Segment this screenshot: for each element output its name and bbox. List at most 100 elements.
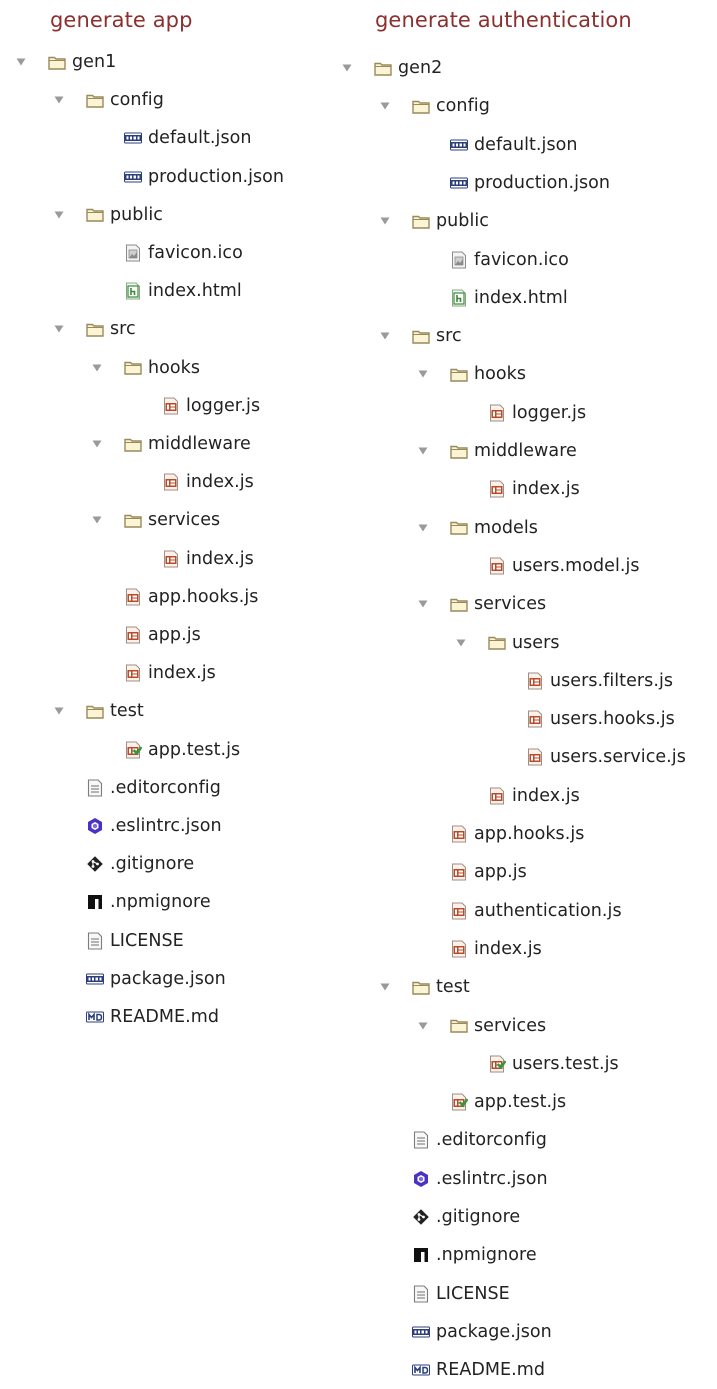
- tree-folder[interactable]: gen2: [342, 49, 442, 87]
- tree-folder[interactable]: test: [380, 968, 470, 1006]
- tree-file[interactable]: .gitignore: [380, 1198, 520, 1236]
- tree-folder[interactable]: services: [418, 1007, 546, 1045]
- tree-file[interactable]: production.json: [92, 158, 284, 196]
- tree-item-label: src: [436, 326, 462, 347]
- tree-file[interactable]: app.test.js: [92, 731, 240, 769]
- tree-file[interactable]: index.js: [130, 463, 254, 501]
- expand-toggle-icon[interactable]: [380, 331, 390, 341]
- tree-file[interactable]: .npmignore: [380, 1236, 537, 1274]
- expand-toggle-icon[interactable]: [342, 63, 352, 73]
- expand-toggle-icon[interactable]: [418, 599, 428, 609]
- folder-icon: [124, 359, 142, 377]
- tree-file[interactable]: app.hooks.js: [92, 578, 258, 616]
- tree-file[interactable]: favicon.ico: [418, 241, 569, 279]
- tree-file[interactable]: index.js: [130, 540, 254, 578]
- tree-folder[interactable]: models: [418, 509, 538, 547]
- expand-toggle-icon[interactable]: [418, 446, 428, 456]
- folder-icon: [450, 519, 468, 537]
- tree-folder[interactable]: config: [380, 87, 490, 125]
- tree-file[interactable]: users.model.js: [456, 547, 640, 585]
- text-file-icon: [412, 1285, 430, 1303]
- tree-folder[interactable]: config: [54, 81, 164, 119]
- tree-item-label: authentication.js: [474, 900, 622, 921]
- tree-item-label: hooks: [148, 357, 201, 378]
- tree-file[interactable]: index.html: [92, 272, 242, 310]
- tree-folder[interactable]: public: [380, 202, 489, 240]
- tree-folder[interactable]: src: [380, 317, 462, 355]
- tree-file[interactable]: README.md: [54, 998, 219, 1036]
- tree-file[interactable]: app.hooks.js: [418, 815, 584, 853]
- tree-file[interactable]: LICENSE: [380, 1275, 510, 1313]
- expand-toggle-icon[interactable]: [92, 363, 102, 373]
- tree-file[interactable]: package.json: [54, 960, 226, 998]
- expand-toggle-icon[interactable]: [92, 439, 102, 449]
- expand-toggle-icon[interactable]: [92, 515, 102, 525]
- expand-toggle-icon[interactable]: [456, 638, 466, 648]
- tree-file[interactable]: index.js: [418, 930, 542, 968]
- tree-file[interactable]: app.js: [92, 616, 201, 654]
- expand-toggle-icon[interactable]: [54, 95, 64, 105]
- tree-folder[interactable]: hooks: [92, 349, 200, 387]
- expand-toggle-icon[interactable]: [380, 101, 390, 111]
- tree-file[interactable]: app.js: [418, 853, 527, 891]
- tree-folder[interactable]: middleware: [92, 425, 251, 463]
- tree-item-label: index.js: [474, 938, 542, 959]
- tree-folder[interactable]: users: [456, 624, 560, 662]
- expand-toggle-icon[interactable]: [380, 216, 390, 226]
- expand-toggle-icon[interactable]: [418, 523, 428, 533]
- tree-item-label: gen2: [398, 58, 443, 78]
- tree-file[interactable]: users.hooks.js: [494, 700, 675, 738]
- tree-file[interactable]: .editorconfig: [380, 1121, 547, 1159]
- expand-toggle-icon[interactable]: [54, 706, 64, 716]
- tree-file[interactable]: users.filters.js: [494, 662, 673, 700]
- tree-file[interactable]: .eslintrc.json: [380, 1160, 548, 1198]
- tree-file[interactable]: logger.js: [130, 387, 260, 425]
- tree-file[interactable]: .editorconfig: [54, 769, 221, 807]
- tree-file[interactable]: favicon.ico: [92, 234, 243, 272]
- tree-item-label: users.service.js: [550, 747, 686, 768]
- tree-file[interactable]: default.json: [92, 119, 252, 157]
- tree-folder[interactable]: gen1: [16, 43, 116, 81]
- expand-toggle-icon[interactable]: [418, 369, 428, 379]
- tree-file[interactable]: authentication.js: [418, 892, 622, 930]
- tree-folder[interactable]: public: [54, 196, 163, 234]
- expand-toggle-icon[interactable]: [54, 210, 64, 220]
- tree-file[interactable]: index.js: [456, 777, 580, 815]
- tree-folder[interactable]: test: [54, 692, 144, 730]
- expand-toggle-icon[interactable]: [16, 57, 26, 67]
- tree-file[interactable]: index.js: [92, 654, 216, 692]
- tree-file[interactable]: logger.js: [456, 394, 586, 432]
- tree-file[interactable]: index.html: [418, 279, 568, 317]
- tree-file[interactable]: users.service.js: [494, 738, 686, 776]
- tree-folder[interactable]: src: [54, 310, 136, 348]
- js-file-icon: [162, 397, 180, 415]
- tree-item-label: index.html: [148, 281, 242, 302]
- tree-file[interactable]: LICENSE: [54, 922, 184, 960]
- tree-file[interactable]: production.json: [418, 164, 610, 202]
- tree-folder[interactable]: middleware: [418, 432, 577, 470]
- tree-file[interactable]: app.test.js: [418, 1083, 566, 1121]
- tree-file[interactable]: users.test.js: [456, 1045, 619, 1083]
- tree-file[interactable]: .eslintrc.json: [54, 807, 222, 845]
- tree-folder[interactable]: services: [92, 501, 220, 539]
- tree-file[interactable]: .npmignore: [54, 883, 211, 921]
- tree-file[interactable]: default.json: [418, 126, 578, 164]
- expand-toggle-icon[interactable]: [380, 982, 390, 992]
- tree-folder[interactable]: hooks: [418, 355, 526, 393]
- tree-file[interactable]: .gitignore: [54, 845, 194, 883]
- tree-item-label: default.json: [474, 134, 578, 155]
- tree-file[interactable]: package.json: [380, 1313, 552, 1351]
- tree-item-label: logger.js: [186, 395, 261, 416]
- tree-folder[interactable]: services: [418, 585, 546, 623]
- expand-toggle-icon[interactable]: [418, 1021, 428, 1031]
- tree-file[interactable]: index.js: [456, 470, 580, 508]
- expand-toggle-icon[interactable]: [54, 324, 64, 334]
- tree-file[interactable]: README.md: [380, 1351, 545, 1389]
